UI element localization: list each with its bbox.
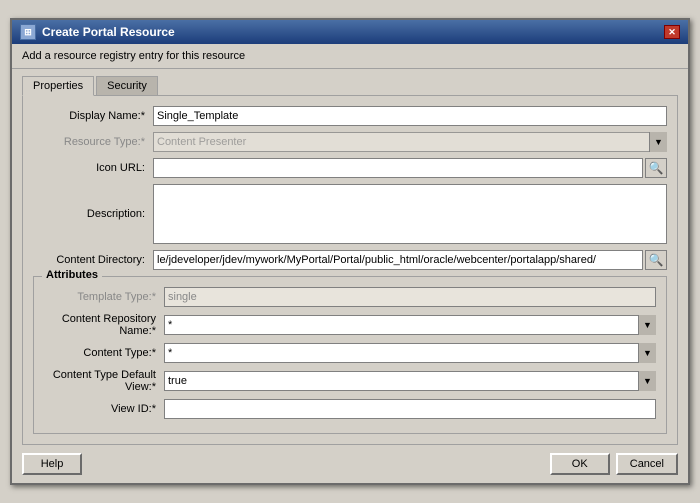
content-repo-row: Content Repository Name:* * ▼ [44, 313, 656, 337]
content-type-row: Content Type:* * ▼ [44, 343, 656, 363]
dialog-icon: ⊞ [20, 24, 36, 40]
content-directory-input[interactable] [153, 250, 643, 270]
view-id-input[interactable] [164, 399, 656, 419]
display-name-row: Display Name:* [33, 106, 667, 126]
icon-url-group: 🔍 [153, 158, 667, 178]
dialog-title: Create Portal Resource [42, 25, 175, 39]
search-icon: 🔍 [649, 161, 664, 175]
content-repo-wrapper: * ▼ [164, 315, 656, 335]
cancel-button[interactable]: Cancel [616, 453, 678, 475]
title-bar: ⊞ Create Portal Resource ✕ [12, 20, 688, 44]
help-button[interactable]: Help [22, 453, 82, 475]
tabs-row: Properties Security [12, 69, 688, 95]
tab-properties[interactable]: Properties [22, 76, 94, 96]
content-type-label: Content Type:* [44, 347, 164, 359]
content-repo-label: Content Repository Name:* [44, 313, 164, 337]
dialog-footer: Help OK Cancel [12, 445, 688, 483]
description-input[interactable] [153, 184, 667, 244]
content-type-default-view-select[interactable]: true false [164, 371, 656, 391]
content-type-select[interactable]: * [164, 343, 656, 363]
template-type-input [164, 287, 656, 307]
template-type-label: Template Type:* [44, 291, 164, 303]
content-directory-group: 🔍 [153, 250, 667, 270]
display-name-label: Display Name:* [33, 110, 153, 122]
attributes-legend: Attributes [42, 269, 102, 281]
resource-type-select[interactable]: Content Presenter [153, 132, 667, 152]
template-type-row: Template Type:* [44, 287, 656, 307]
resource-type-wrapper: Content Presenter ▼ [153, 132, 667, 152]
tab-security[interactable]: Security [96, 76, 158, 96]
content-type-default-view-label: Content Type Default View:* [44, 369, 164, 393]
icon-url-label: Icon URL: [33, 162, 153, 174]
description-label: Description: [33, 208, 153, 220]
content-directory-label: Content Directory: [33, 254, 153, 266]
title-bar-left: ⊞ Create Portal Resource [20, 24, 175, 40]
view-id-row: View ID:* [44, 399, 656, 419]
ok-button[interactable]: OK [550, 453, 610, 475]
display-name-input[interactable] [153, 106, 667, 126]
properties-content: Display Name:* Resource Type:* Content P… [22, 95, 678, 445]
content-directory-search-button[interactable]: 🔍 [645, 250, 667, 270]
icon-url-row: Icon URL: 🔍 [33, 158, 667, 178]
content-type-default-view-row: Content Type Default View:* true false ▼ [44, 369, 656, 393]
dialog-subtitle: Add a resource registry entry for this r… [12, 44, 688, 69]
attributes-group: Attributes Template Type:* Content Repos… [33, 276, 667, 434]
icon-url-search-button[interactable]: 🔍 [645, 158, 667, 178]
view-id-label: View ID:* [44, 403, 164, 415]
close-button[interactable]: ✕ [664, 25, 680, 39]
content-type-default-view-wrapper: true false ▼ [164, 371, 656, 391]
footer-right: OK Cancel [550, 453, 678, 475]
resource-type-label: Resource Type:* [33, 136, 153, 148]
content-directory-row: Content Directory: 🔍 [33, 250, 667, 270]
create-portal-resource-dialog: ⊞ Create Portal Resource ✕ Add a resourc… [10, 18, 690, 485]
content-type-wrapper: * ▼ [164, 343, 656, 363]
resource-type-row: Resource Type:* Content Presenter ▼ [33, 132, 667, 152]
search-icon: 🔍 [649, 253, 664, 267]
icon-url-input[interactable] [153, 158, 643, 178]
description-row: Description: [33, 184, 667, 244]
attributes-content: Template Type:* Content Repository Name:… [44, 287, 656, 419]
content-repo-select[interactable]: * [164, 315, 656, 335]
